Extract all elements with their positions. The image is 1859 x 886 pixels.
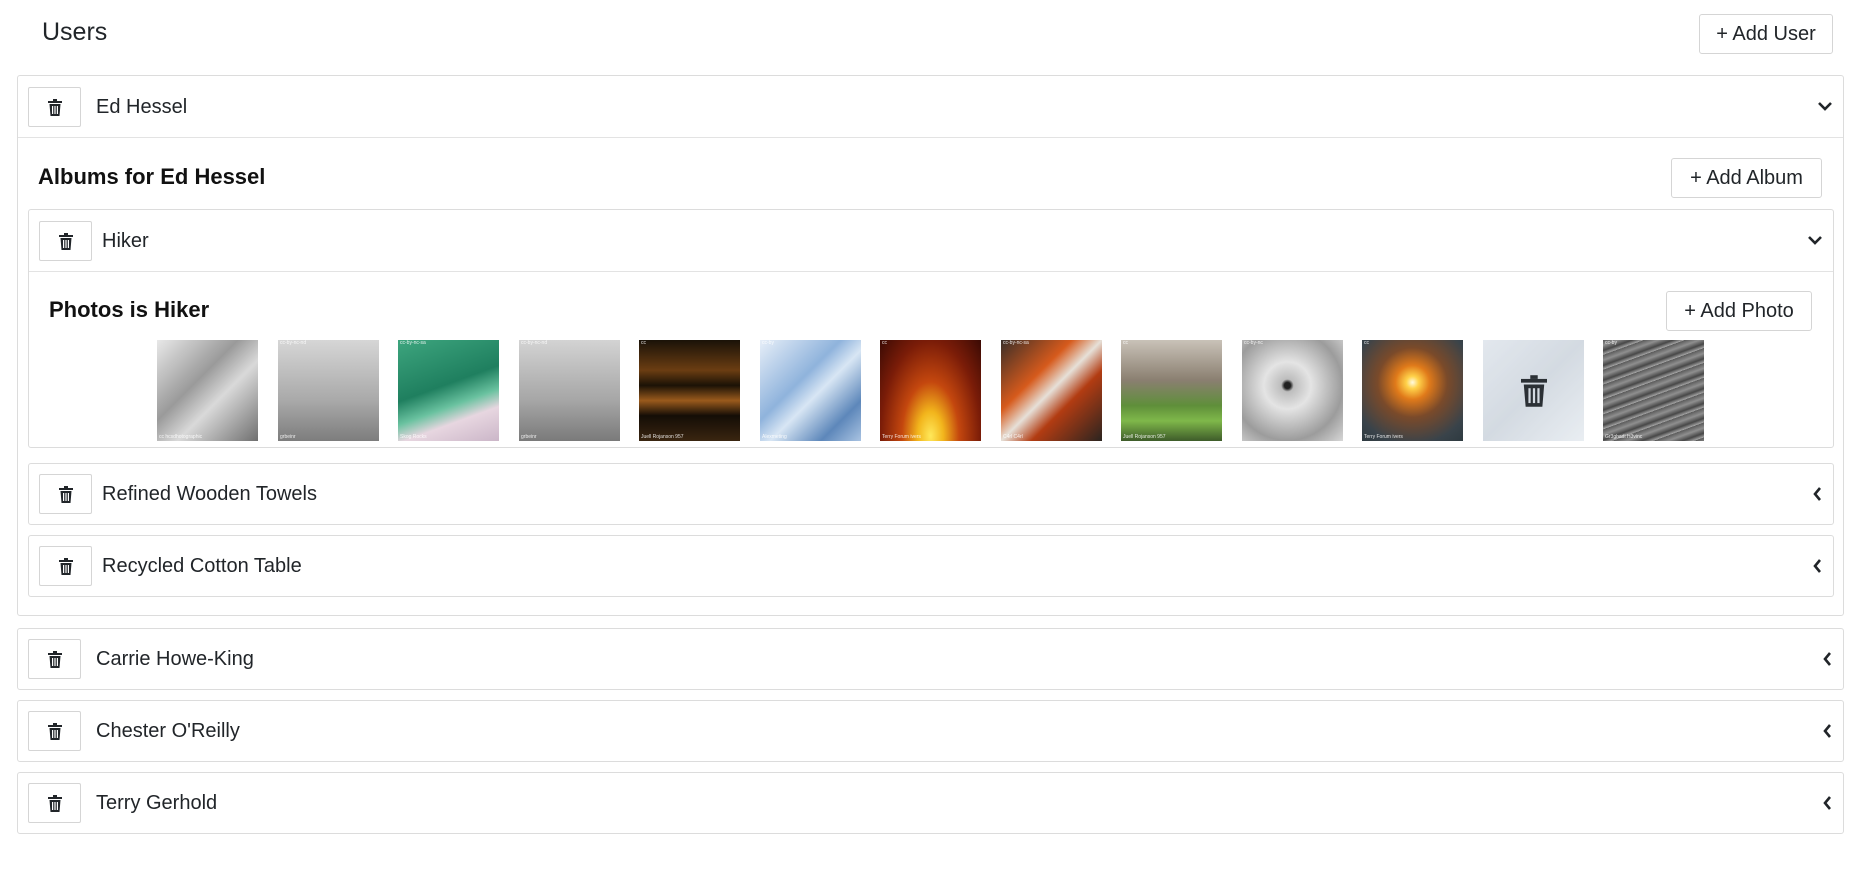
photo-license-tag: cc-by-nc-nd <box>521 340 548 346</box>
photo-credit: Alexmeting <box>762 434 787 440</box>
trash-icon <box>58 232 73 250</box>
add-album-button[interactable]: + Add Album <box>1671 158 1822 198</box>
user-card-terry-gerhold: Terry Gerhold <box>17 772 1844 834</box>
photo-thumbnail[interactable] <box>1483 340 1584 441</box>
user-name: Chester O'Reilly <box>96 720 240 742</box>
delete-user-button[interactable] <box>28 711 81 751</box>
trash-icon <box>47 794 62 812</box>
photos-heading: Photos is Hiker <box>49 297 210 322</box>
page-header: Users + Add User <box>0 0 1859 68</box>
trash-icon <box>47 722 62 740</box>
chevron-left-icon[interactable] <box>1819 795 1835 811</box>
album-name: Refined Wooden Towels <box>102 483 317 505</box>
page-title: Users <box>42 18 108 46</box>
photo-thumbnail[interactable]: cc Juell Rojanson 957 <box>639 340 740 441</box>
photo-credit: Terry Forum ivers <box>1364 434 1403 440</box>
trash-icon <box>58 485 73 503</box>
delete-album-button[interactable] <box>39 546 92 586</box>
user-name: Carrie Howe-King <box>96 648 254 670</box>
trash-icon <box>47 650 62 668</box>
photo-license-tag: cc <box>1123 340 1128 346</box>
user-name: Terry Gerhold <box>96 792 218 814</box>
chevron-left-icon[interactable] <box>1819 723 1835 739</box>
photo-thumbnail[interactable]: cc-by-nc-sa C4rl C4rl <box>1001 340 1102 441</box>
chevron-left-icon[interactable] <box>1809 486 1825 502</box>
photo-credit: Skog Rocks <box>400 434 427 440</box>
album-name: Recycled Cotton Table <box>102 555 302 577</box>
photo-thumbnail[interactable]: cc-by Alexmeting <box>760 340 861 441</box>
photo-license-tag: cc-by-nc-nd <box>280 340 307 346</box>
delete-user-button[interactable] <box>28 87 81 127</box>
photo-thumbnail[interactable]: cc-by-nc-nd grbeinr <box>519 340 620 441</box>
photo-credit: grbeinr <box>521 434 537 440</box>
delete-photo-button[interactable] <box>1483 340 1584 441</box>
trash-icon <box>1520 374 1547 407</box>
photo-thumbnail[interactable]: cc-by-nc-nd grbeinr <box>278 340 379 441</box>
photo-credit: Juell Rojanson 957 <box>1123 434 1166 440</box>
album-card-recycled-cotton-table: Recycled Cotton Table <box>28 535 1834 597</box>
album-row-header[interactable]: Refined Wooden Towels <box>29 464 1833 525</box>
chevron-left-icon[interactable] <box>1819 651 1835 667</box>
photo-thumbnail[interactable]: cc hcsdhotographic <box>157 340 258 441</box>
delete-user-button[interactable] <box>28 783 81 823</box>
photo-license-tag: cc <box>641 340 646 346</box>
divider <box>29 271 1833 272</box>
chevron-left-icon[interactable] <box>1809 558 1825 574</box>
chevron-down-icon[interactable] <box>1807 232 1823 248</box>
user-name: Ed Hessel <box>96 96 188 118</box>
photo-credit: cc hcsdhotographic <box>159 434 203 440</box>
photo-thumbnail[interactable]: cc-by Gr3ghadi H3vinc <box>1603 340 1704 441</box>
trash-icon <box>47 98 62 116</box>
user-card-chester-oreilly: Chester O'Reilly <box>17 700 1844 762</box>
albums-heading: Albums for Ed Hessel <box>38 164 266 189</box>
album-row-header[interactable]: Recycled Cotton Table <box>29 536 1833 597</box>
photo-thumbnail[interactable]: cc Juell Rojanson 957 <box>1121 340 1222 441</box>
trash-icon <box>58 557 73 575</box>
photo-license-tag: cc <box>882 340 887 346</box>
user-row-header[interactable]: Chester O'Reilly <box>18 701 1843 762</box>
photo-thumbnail[interactable]: cc Terry Forum ivers <box>1362 340 1463 441</box>
delete-album-button[interactable] <box>39 221 92 261</box>
add-user-button[interactable]: + Add User <box>1699 14 1833 54</box>
photo-license-tag: cc-by <box>1605 340 1617 346</box>
album-name: Hiker <box>102 230 149 252</box>
photo-license-tag: cc <box>1364 340 1369 346</box>
add-photo-button[interactable]: + Add Photo <box>1666 291 1812 331</box>
photo-license-tag: cc-by-nc-sa <box>1003 340 1029 346</box>
photo-thumbnail[interactable]: cc Terry Forum ivers <box>880 340 981 441</box>
photo-credit: Gr3ghadi H3vinc <box>1605 434 1643 440</box>
photo-license-tag: cc-by-nc <box>1244 340 1263 346</box>
divider <box>18 137 1843 138</box>
user-card-carrie-howe-king: Carrie Howe-King <box>17 628 1844 690</box>
photo-thumbnail[interactable]: cc-by-nc-sa Skog Rocks <box>398 340 499 441</box>
photo-thumbnail[interactable]: cc-by-nc <box>1242 340 1343 441</box>
photo-license-tag: cc-by <box>762 340 774 346</box>
user-row-header[interactable]: Terry Gerhold <box>18 773 1843 834</box>
album-card-refined-wooden-towels: Refined Wooden Towels <box>28 463 1834 525</box>
photo-credit: grbeinr <box>280 434 296 440</box>
chevron-down-icon[interactable] <box>1817 98 1833 114</box>
photo-credit: Juell Rojanson 957 <box>641 434 684 440</box>
user-row-header[interactable]: Carrie Howe-King <box>18 629 1843 690</box>
delete-album-button[interactable] <box>39 474 92 514</box>
photo-license-tag: cc-by-nc-sa <box>400 340 426 346</box>
photo-credit: C4rl C4rl <box>1003 434 1023 440</box>
delete-user-button[interactable] <box>28 639 81 679</box>
album-row-header[interactable]: Hiker <box>29 210 1833 271</box>
photo-credit: Terry Forum ivers <box>882 434 921 440</box>
user-row-header[interactable]: Ed Hessel <box>18 76 1843 137</box>
